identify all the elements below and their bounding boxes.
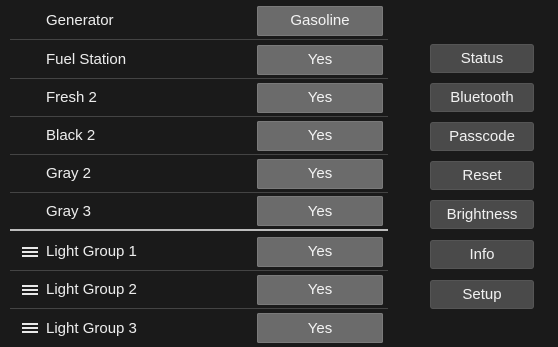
gray-2-value-button[interactable]: Yes — [257, 158, 383, 189]
row-black-2: Black 2 Yes — [10, 117, 388, 155]
row-gray-2: Gray 2 Yes — [10, 155, 388, 193]
row-label: Gray 3 — [46, 202, 92, 220]
row-light-group-1: Light Group 1 Yes — [10, 233, 388, 271]
row-label: Light Group 3 — [46, 319, 137, 337]
fuel-station-value-button[interactable]: Yes — [257, 44, 383, 75]
reset-button[interactable]: Reset — [430, 161, 534, 190]
row-label: Black 2 — [46, 127, 96, 144]
generator-value-button[interactable]: Gasoline — [257, 5, 383, 36]
info-button[interactable]: Info — [430, 240, 534, 269]
row-label: Fuel Station — [46, 51, 127, 68]
menu-icon[interactable] — [22, 246, 38, 257]
row-light-group-2: Light Group 2 Yes — [10, 271, 388, 309]
light-group-2-value-button[interactable]: Yes — [257, 274, 383, 305]
fresh-2-value-button[interactable]: Yes — [257, 82, 383, 113]
brightness-button[interactable]: Brightness — [430, 200, 534, 229]
black-2-value-button[interactable]: Yes — [257, 120, 383, 151]
settings-list: Generator Gasoline Fuel Station Yes Fres… — [10, 0, 388, 343]
row-light-group-3: Light Group 3 Yes — [10, 309, 388, 347]
light-group-1-value-button[interactable]: Yes — [257, 236, 383, 267]
row-label: Gray 2 — [46, 165, 92, 182]
row-label: Generator — [46, 12, 114, 29]
menu-icon[interactable] — [22, 323, 38, 333]
row-gray-3: Gray 3 Yes — [10, 193, 388, 231]
status-button[interactable]: Status — [430, 44, 534, 73]
row-label: Light Group 2 — [46, 281, 137, 298]
menu-icon[interactable] — [22, 284, 38, 295]
passcode-button[interactable]: Passcode — [430, 122, 534, 151]
row-fresh-2: Fresh 2 Yes — [10, 79, 388, 117]
gray-3-value-button[interactable]: Yes — [257, 196, 383, 226]
row-label: Fresh 2 — [46, 89, 97, 106]
row-fuel-station: Fuel Station Yes — [10, 41, 388, 79]
setup-button[interactable]: Setup — [430, 280, 534, 309]
bluetooth-button[interactable]: Bluetooth — [430, 83, 534, 112]
row-label: Light Group 1 — [46, 243, 137, 260]
row-generator: Generator Gasoline — [10, 2, 388, 40]
